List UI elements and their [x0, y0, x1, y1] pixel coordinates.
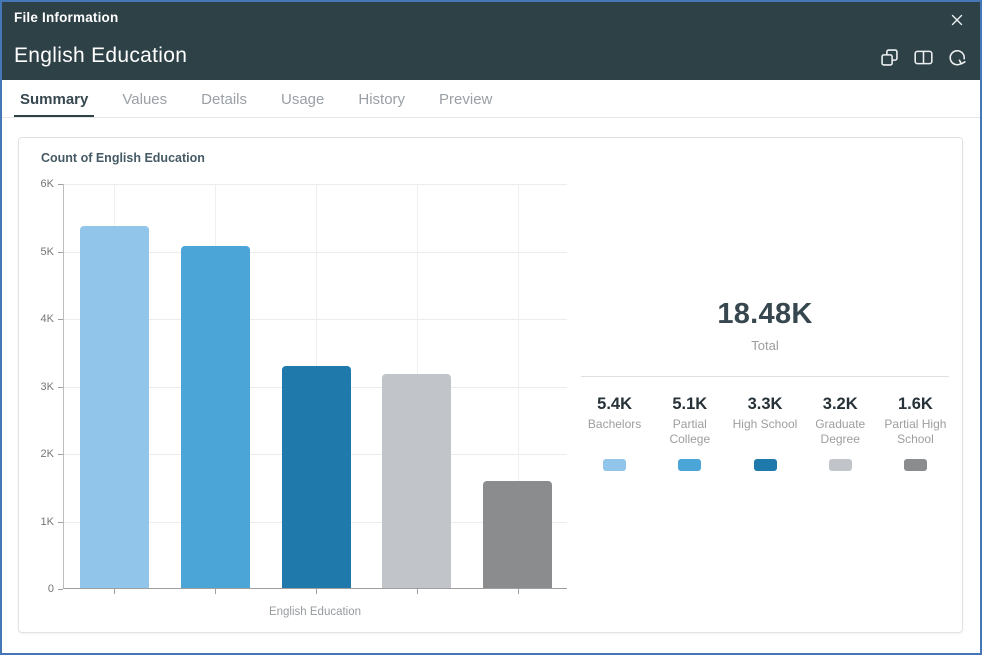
x-axis-tick: [417, 589, 418, 594]
bar-graduate-degree[interactable]: [382, 374, 451, 588]
x-axis-tick: [114, 589, 115, 594]
summary-card: Count of English Education 01K2K3K4K5K6K…: [18, 137, 963, 633]
refresh-icon: [947, 47, 968, 68]
close-icon: [948, 11, 966, 29]
x-axis-tick: [215, 589, 216, 594]
y-axis-tick: [58, 252, 63, 253]
stat-partial-high-school: 1.6K Partial High School: [878, 394, 953, 471]
book-button[interactable]: [913, 47, 934, 68]
y-axis-tick: [58, 454, 63, 455]
stat-value: 3.3K: [748, 394, 783, 414]
legend-swatch: [829, 459, 852, 471]
bar-high-school[interactable]: [282, 366, 351, 588]
x-axis-tick: [316, 589, 317, 594]
tab-values[interactable]: Values: [116, 80, 173, 118]
bar-bachelors[interactable]: [80, 226, 149, 588]
tab-usage[interactable]: Usage: [275, 80, 330, 118]
y-axis-label: 4K: [18, 313, 54, 325]
stat-label: Bachelors: [588, 417, 641, 454]
stat-label: Partial High School: [880, 417, 951, 454]
titlebar: File Information English Education: [2, 2, 980, 80]
chart-title: Count of English Education: [41, 151, 205, 165]
stat-value: 5.1K: [672, 394, 707, 414]
y-axis-tick: [58, 319, 63, 320]
total-block: 18.48K Total: [581, 298, 949, 353]
y-axis-tick: [58, 589, 63, 590]
book-icon: [913, 47, 934, 68]
tabbar-divider: [2, 117, 980, 118]
bar-chart: 01K2K3K4K5K6K: [63, 184, 567, 589]
tab-preview[interactable]: Preview: [433, 80, 498, 118]
category-stats: 5.4K Bachelors 5.1K Partial College 3.3K High…: [577, 394, 953, 471]
y-axis-label: 2K: [18, 448, 54, 460]
y-axis-label: 3K: [18, 381, 54, 393]
legend-swatch: [754, 459, 777, 471]
close-button[interactable]: [946, 9, 968, 31]
copy-icon: [879, 47, 900, 68]
legend-swatch: [904, 459, 927, 471]
stat-bachelors: 5.4K Bachelors: [577, 394, 652, 471]
dialog-title: File Information: [14, 10, 118, 25]
x-axis-tick: [518, 589, 519, 594]
stat-partial-college: 5.1K Partial College: [652, 394, 727, 471]
page-title: English Education: [14, 44, 187, 68]
y-axis-label: 1K: [18, 516, 54, 528]
total-value: 18.48K: [581, 298, 949, 331]
x-axis-label: English Education: [63, 606, 567, 618]
tab-details[interactable]: Details: [195, 80, 253, 118]
y-axis-tick: [58, 522, 63, 523]
total-label: Total: [581, 338, 949, 353]
copy-button[interactable]: [879, 47, 900, 68]
legend-swatch: [603, 459, 626, 471]
y-axis-label: 5K: [18, 246, 54, 258]
stat-label: High School: [733, 417, 798, 454]
stat-label: Graduate Degree: [805, 417, 876, 454]
titlebar-actions: [879, 47, 968, 68]
tab-bar: Summary Values Details Usage History Preview: [2, 80, 980, 118]
stat-value: 5.4K: [597, 394, 632, 414]
stat-value: 3.2K: [823, 394, 858, 414]
bar-partial-college[interactable]: [181, 246, 250, 588]
y-axis-tick: [58, 387, 63, 388]
stat-high-school: 3.3K High School: [727, 394, 802, 471]
stat-value: 1.6K: [898, 394, 933, 414]
bar-partial-high-school[interactable]: [483, 481, 552, 588]
y-axis-label: 0: [18, 583, 54, 595]
y-axis-tick: [58, 184, 63, 185]
stat-label: Partial College: [654, 417, 725, 454]
summary-divider: [581, 376, 949, 377]
file-information-dialog: File Information English Education: [0, 0, 982, 655]
stat-graduate-degree: 3.2K Graduate Degree: [803, 394, 878, 471]
y-axis-label: 6K: [18, 178, 54, 190]
tab-history[interactable]: History: [352, 80, 411, 118]
tab-summary[interactable]: Summary: [14, 80, 94, 118]
refresh-button[interactable]: [947, 47, 968, 68]
legend-swatch: [678, 459, 701, 471]
